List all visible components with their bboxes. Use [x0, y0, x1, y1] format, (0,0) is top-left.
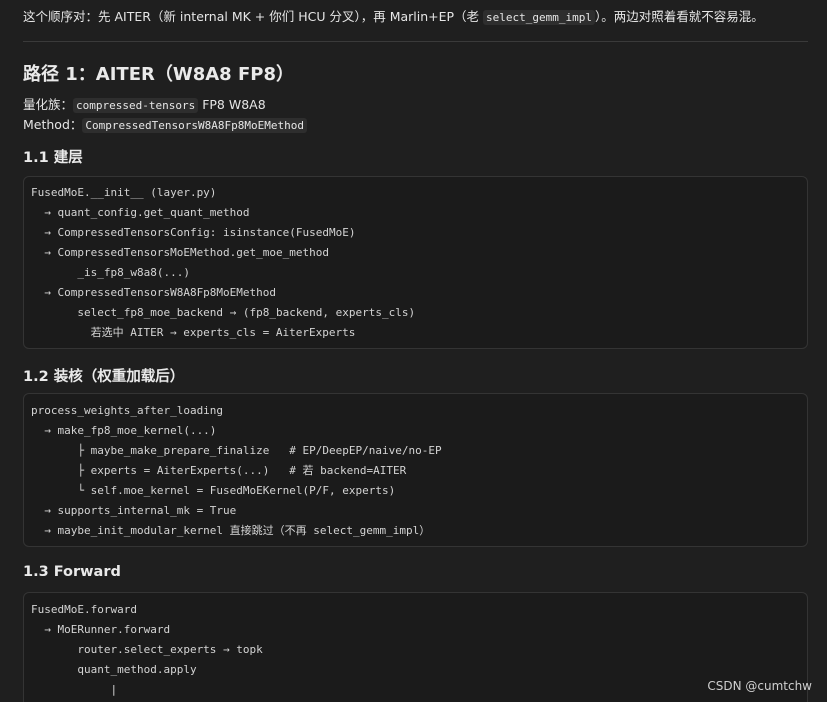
subsection-heading-1-1: 1.1 建层: [23, 150, 83, 166]
code-line: ├ experts = AiterExperts(...) # 若 backen…: [31, 464, 407, 477]
code-line: _is_fp8_w8a8(...): [31, 266, 190, 279]
code-line: → quant_config.get_quant_method: [31, 206, 250, 219]
code-block-1-1: FusedMoE.__init__ (layer.py) → quant_con…: [23, 176, 808, 349]
code-line: select_fp8_moe_backend → (fp8_backend, e…: [31, 306, 416, 319]
code-line: 若选中 AITER → experts_cls = AiterExperts: [31, 326, 356, 339]
intro-inline-code: select_gemm_impl: [483, 10, 595, 25]
code-line: → supports_internal_mk = True: [31, 504, 237, 517]
code-line: router.select_experts → topk: [31, 643, 263, 656]
code-line: → CompressedTensorsW8A8Fp8MoEMethod: [31, 286, 277, 299]
code-line: └ self.moe_kernel = FusedMoEKernel(P/F, …: [31, 484, 396, 497]
horizontal-divider: [23, 41, 808, 42]
subsection-heading-1-2: 1.2 装核（权重加载后）: [23, 369, 185, 385]
code-line: |: [31, 683, 118, 696]
code-line: → make_fp8_moe_kernel(...): [31, 424, 217, 437]
code-line: → CompressedTensorsMoEMethod.get_moe_met…: [31, 246, 330, 259]
quant-family-suffix: FP8 W8A8: [198, 97, 266, 112]
subsection-heading-1-3: 1.3 Forward: [23, 564, 121, 580]
intro-text-before: 这个顺序对：先 AITER（新 internal MK + 你们 HCU 分叉）…: [23, 9, 484, 24]
code-line: → CompressedTensorsConfig: isinstance(Fu…: [31, 226, 356, 239]
section-heading: 路径 1：AITER（W8A8 FP8）: [23, 64, 294, 85]
page: 这个顺序对：先 AITER（新 internal MK + 你们 HCU 分叉）…: [0, 0, 827, 702]
code-block-1-3: FusedMoE.forward → MoERunner.forward rou…: [23, 592, 808, 702]
code-line: FusedMoE.__init__ (layer.py): [31, 186, 217, 199]
intro-text-after: ）。两边对照着看就不容易混。: [595, 9, 764, 24]
code-line: quant_method.apply: [31, 663, 197, 676]
code-line: FusedMoE.forward: [31, 603, 137, 616]
code-line: → maybe_init_modular_kernel 直接跳过（不再 sele…: [31, 524, 431, 537]
code-block-1-2: process_weights_after_loading → make_fp8…: [23, 393, 808, 547]
intro-paragraph: 这个顺序对：先 AITER（新 internal MK + 你们 HCU 分叉）…: [23, 6, 764, 25]
quant-family-label: 量化族：: [23, 97, 74, 112]
code-line: process_weights_after_loading: [31, 404, 224, 417]
code-line: → MoERunner.forward: [31, 623, 171, 636]
csdn-watermark: CSDN @cumtchw: [707, 679, 812, 693]
method-code: CompressedTensorsW8A8Fp8MoEMethod: [82, 118, 307, 133]
code-line: ├ maybe_make_prepare_finalize # EP/DeepE…: [31, 444, 442, 457]
quant-family-code: compressed-tensors: [73, 98, 199, 113]
quant-family-line: 量化族： compressed-tensors FP8 W8A8: [23, 94, 266, 113]
method-label: Method：: [23, 117, 83, 132]
method-line: Method： CompressedTensorsW8A8Fp8MoEMethod: [23, 114, 307, 133]
